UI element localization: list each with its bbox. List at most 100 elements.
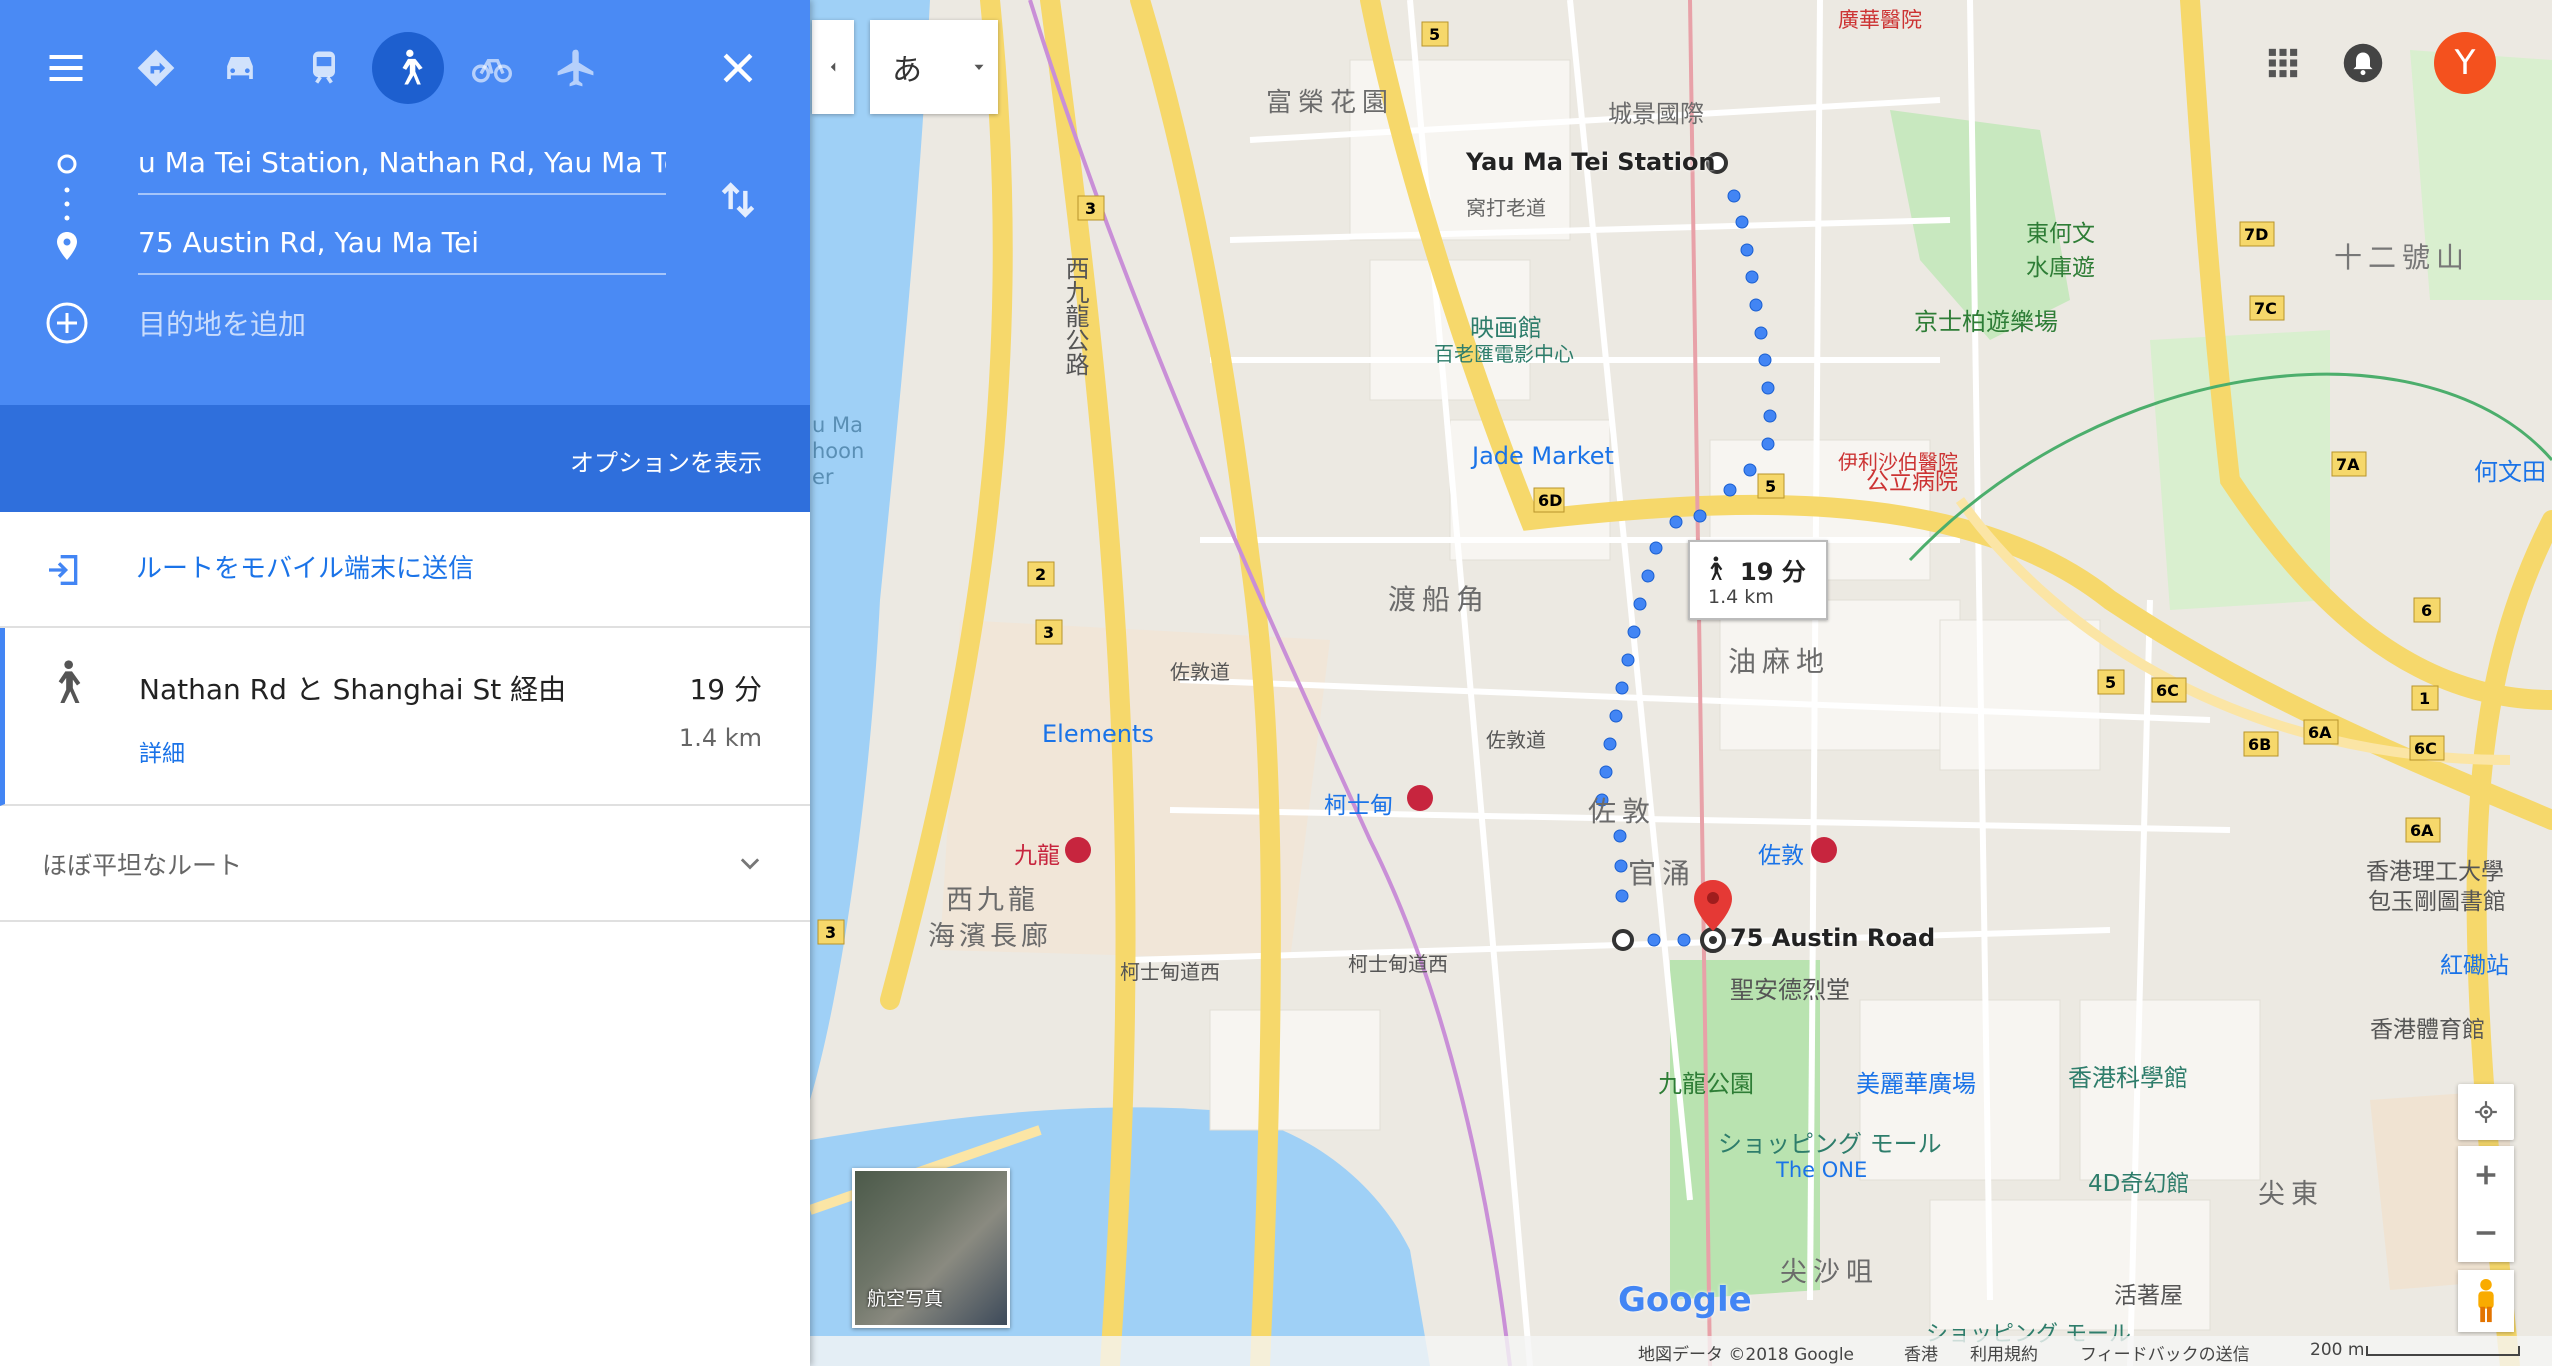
- label-woolworths: 活著屋: [2114, 1283, 2183, 1309]
- walk-icon: [402, 49, 423, 85]
- mode-walk[interactable]: [372, 32, 444, 104]
- label-tung-ho2: 水庫遊: [2026, 255, 2095, 281]
- zoom-controls: [2458, 1146, 2514, 1262]
- label-kowloon-station: 九龍: [1014, 843, 1060, 869]
- label-cinema-name: 百老匯電影中心: [1434, 342, 1574, 366]
- details-link[interactable]: 詳細: [139, 734, 185, 768]
- feedback-link[interactable]: フィードバックの送信: [2080, 1340, 2250, 1365]
- label-kun-chung: 官涌: [1628, 857, 1697, 890]
- label-wk-highway: 西九龍公路: [1061, 256, 1089, 376]
- zoom-out-icon[interactable]: [2472, 1219, 2500, 1247]
- label-jordan-rd2: 佐敦道: [1486, 728, 1546, 752]
- label-jordan-mtr: 佐敦: [1758, 843, 1804, 869]
- car-icon: [227, 57, 253, 79]
- label-tung-ho: 東何文: [2026, 221, 2095, 247]
- map-canvas[interactable]: 5 3 2 3 3 6D 5 5 6C 7D 7C 7A 6B 6A 6C 6A…: [810, 0, 2552, 1366]
- mode-car[interactable]: [210, 38, 270, 98]
- region-link[interactable]: 香港: [1904, 1340, 1938, 1365]
- elevation-label: ほぼ平坦なルート: [42, 851, 243, 880]
- route-via: Nathan Rd と Shanghai St 経由: [139, 673, 567, 706]
- add-destination-input[interactable]: 目的地を追加: [138, 295, 666, 355]
- location-icon: [2475, 1101, 2497, 1123]
- input-method-selector[interactable]: あ: [870, 20, 998, 114]
- label-kings-park: 京士柏遊樂場: [1914, 308, 2058, 336]
- route-callout[interactable]: 19 分 1.4 km: [1688, 540, 1828, 620]
- label-elements: Elements: [1042, 720, 1154, 748]
- label-austin-mtr: 柯士甸: [1324, 793, 1393, 819]
- route-distance: 1.4 km: [678, 724, 762, 752]
- label-shopping-mall: ショッピング モール: [1718, 1130, 1942, 1158]
- mode-transit[interactable]: [294, 38, 354, 98]
- route-option[interactable]: Nathan Rd と Shanghai St 経由 19 分 詳細 1.4 k…: [0, 628, 810, 806]
- train-icon: [313, 51, 335, 84]
- map-labels: 廣華醫院 富榮花園 城景國際 窝打老道 映画館 百老匯電影中心 京士柏遊樂場 十…: [810, 0, 2552, 1366]
- caret-down-icon: [974, 64, 984, 70]
- satellite-toggle[interactable]: 航空写真: [852, 1168, 1010, 1328]
- label-mira-place: 美麗華廣場: [1856, 1070, 1976, 1098]
- google-logo: Google: [1618, 1280, 1752, 1320]
- ime-label: あ: [892, 53, 922, 88]
- mode-best-route[interactable]: [126, 38, 186, 98]
- add-icon[interactable]: [44, 300, 90, 346]
- zoom-in-icon[interactable]: [2472, 1161, 2500, 1189]
- satellite-label: 航空写真: [867, 1288, 944, 1310]
- collapse-panel-button[interactable]: [812, 20, 854, 114]
- send-to-mobile-row[interactable]: ルートをモバイル端末に送信: [0, 512, 810, 628]
- avatar[interactable]: Y: [2434, 32, 2496, 94]
- apps-grid-icon[interactable]: [2266, 46, 2300, 80]
- label-ho-man-tin: 何文田: [2474, 458, 2546, 486]
- label-city-view: 城景國際: [1608, 100, 1704, 128]
- notifications-icon[interactable]: [2342, 42, 2384, 84]
- my-location-button[interactable]: [2458, 1084, 2514, 1140]
- send-to-mobile-link[interactable]: ルートをモバイル端末に送信: [136, 548, 474, 585]
- label-jade-market: Jade Market: [1472, 442, 1614, 470]
- label-coliseum: 香港體育館: [2370, 1017, 2485, 1043]
- close-button[interactable]: [708, 38, 768, 98]
- street-view-pegman[interactable]: [2458, 1270, 2514, 1332]
- label-kowloon-park: 九龍公園: [1658, 1070, 1754, 1098]
- walk-icon: [1710, 556, 1723, 580]
- destination-input[interactable]: 75 Austin Rd, Yau Ma Tei: [138, 213, 666, 275]
- show-options-button[interactable]: オプションを表示: [570, 443, 762, 478]
- label-twelve: 十二號山: [2334, 241, 2471, 274]
- mode-flight[interactable]: [546, 38, 606, 98]
- label-jordan-rd: 佐敦道: [1170, 660, 1230, 684]
- pegman-icon: [2478, 1278, 2494, 1323]
- label-science-museum: 香港科學館: [2068, 1064, 2188, 1092]
- terms-link[interactable]: 利用規約: [1970, 1340, 2038, 1365]
- label-qeh: 伊利沙伯醫院: [1838, 450, 1958, 474]
- label-tst-east: 尖東: [2258, 1179, 2324, 1210]
- label-yau-ma-tei: 油麻地: [1728, 645, 1831, 678]
- origin-marker-label[interactable]: Yau Ma Tei Station: [1466, 148, 1716, 176]
- mode-bike[interactable]: [462, 38, 522, 98]
- label-polyu: 香港理工大學: [2366, 859, 2504, 885]
- directions-icon: [137, 49, 175, 87]
- label-hung-hom: 紅磡站: [2440, 953, 2509, 979]
- chevron-down-icon[interactable]: [736, 850, 764, 878]
- label-the-one: The ONE: [1776, 1158, 1868, 1182]
- directions-panel: u Ma Tei Station, Nathan Rd, Yau Ma Tei …: [0, 0, 810, 1366]
- route-dots-icon: [57, 154, 77, 260]
- label-west-kowloon: 西九龍: [946, 885, 1039, 916]
- plane-icon: [557, 49, 594, 87]
- route-time: 19 分: [689, 673, 762, 706]
- send-to-device-icon: [49, 555, 78, 585]
- scale-label[interactable]: 200 m: [2310, 1340, 2364, 1360]
- label-shelter: u Ma hoon er: [812, 413, 865, 489]
- label-hospital-top: 廣華醫院: [1838, 8, 1922, 32]
- directions-header: u Ma Tei Station, Nathan Rd, Yau Ma Tei …: [0, 0, 810, 512]
- scale-bar: [2366, 1346, 2520, 1356]
- callout-distance: 1.4 km: [1708, 586, 1774, 608]
- elevation-row[interactable]: ほぼ平坦なルート: [0, 806, 810, 922]
- destination-marker-label[interactable]: 75 Austin Road: [1730, 924, 1935, 952]
- walk-icon: [58, 660, 81, 703]
- swap-icon: [721, 182, 755, 218]
- label-promenade: 海濱長廊: [928, 921, 1052, 952]
- swap-button[interactable]: [708, 170, 768, 230]
- label-jordan-area: 佐敦: [1588, 795, 1657, 828]
- label-austin-rd-w: 柯士甸道西: [1120, 960, 1220, 984]
- origin-input[interactable]: u Ma Tei Station, Nathan Rd, Yau Ma Tei: [138, 133, 666, 195]
- label-austin-rd-w2: 柯士甸道西: [1348, 952, 1448, 976]
- copyright-text: 地図データ ©2018 Google: [1638, 1345, 1855, 1365]
- label-tst: 尖沙咀: [1780, 1257, 1879, 1288]
